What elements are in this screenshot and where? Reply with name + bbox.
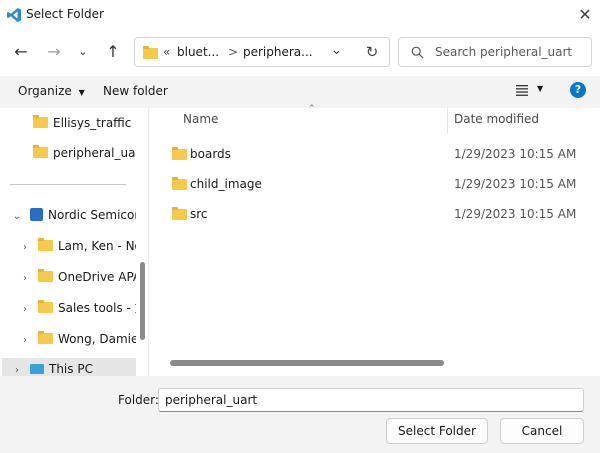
arrow-right-icon: → — [47, 42, 61, 61]
organize-button[interactable]: Organize ▼ — [18, 84, 85, 98]
chevron-right-icon: › — [23, 335, 27, 346]
file-date: 1/29/2023 10:15 AM — [454, 147, 577, 161]
address-separator: > — [228, 45, 239, 59]
folder-icon — [172, 177, 187, 190]
column-separator[interactable] — [447, 108, 448, 134]
help-button[interactable]: ? — [570, 82, 586, 98]
cancel-button[interactable]: Cancel — [500, 418, 584, 444]
folder-icon — [38, 300, 53, 313]
navigation-pane: Ellisys_traffic peripheral_uart ⌄ Nordic … — [0, 108, 148, 376]
select-folder-button[interactable]: Select Folder — [386, 418, 488, 444]
search-icon — [411, 46, 424, 59]
folder-icon — [33, 115, 48, 128]
nav-divider — [10, 184, 126, 185]
chevron-right-icon: › — [23, 242, 27, 253]
chevron-right-icon: › — [23, 273, 27, 284]
arrow-left-icon: ← — [14, 42, 28, 61]
organize-label: Organize — [18, 84, 72, 98]
folder-icon — [38, 269, 53, 282]
address-bar[interactable]: « bluet... > periphera... ⌄ — [134, 37, 390, 67]
file-name: boards — [190, 147, 231, 161]
caret-down-icon: ▼ — [78, 88, 85, 97]
column-header-name[interactable]: Name — [183, 112, 218, 126]
folder-icon — [172, 207, 187, 220]
back-button[interactable]: ← — [10, 41, 32, 63]
chevron-down-icon: ⌄ — [331, 43, 342, 58]
window-title: Select Folder — [26, 7, 104, 21]
building-icon — [30, 208, 43, 221]
file-date: 1/29/2023 10:15 AM — [454, 177, 577, 191]
folder-label: Folder: — [118, 393, 159, 407]
nav-scrollbar-thumb[interactable] — [140, 262, 145, 340]
search-box[interactable] — [398, 37, 592, 67]
address-dropdown-button[interactable]: ⌄ — [331, 43, 342, 58]
nav-item-peripheral-uart[interactable]: peripheral_uart — [33, 142, 145, 164]
column-header-date[interactable]: Date modified — [454, 112, 539, 126]
close-button[interactable]: ✕ — [574, 4, 596, 26]
folder-name-input[interactable] — [158, 388, 584, 412]
vscode-icon — [7, 8, 21, 22]
nav-item-ellisys-traffic[interactable]: Ellisys_traffic — [33, 112, 131, 134]
file-row[interactable]: boards 1/29/2023 10:15 AM — [164, 143, 584, 165]
chevron-right-icon: › — [15, 365, 19, 376]
folder-icon — [38, 331, 53, 344]
nav-item-onedrive-apac[interactable]: ›OneDrive APAC — [18, 266, 136, 288]
nav-item-sales-tools[interactable]: ›Sales tools - 文 — [18, 297, 136, 319]
arrow-up-icon: ↑ — [106, 42, 120, 61]
pane-divider — [148, 108, 149, 376]
forward-button[interactable]: → — [43, 41, 65, 63]
nav-item-wong-damien[interactable]: ›Wong, Damien — [18, 328, 136, 350]
help-icon: ? — [574, 83, 582, 96]
recent-locations-button[interactable]: ⌄ — [72, 41, 94, 63]
list-view-icon — [516, 85, 528, 96]
address-segment-2[interactable]: periphera... — [243, 45, 313, 59]
computer-icon — [30, 364, 44, 374]
close-icon: ✕ — [578, 5, 592, 24]
file-row[interactable]: src 1/29/2023 10:15 AM — [164, 203, 584, 225]
sort-ascending-icon: ⌃ — [308, 104, 316, 114]
nav-item-nordic[interactable]: ⌄ Nordic Semicon — [10, 204, 136, 226]
folder-icon — [143, 46, 158, 59]
chevron-down-icon: ⌄ — [78, 45, 88, 58]
search-input[interactable] — [435, 44, 585, 60]
view-options-button[interactable]: ▼ — [514, 82, 548, 100]
address-overflow[interactable]: « — [163, 45, 170, 59]
folder-icon — [33, 145, 48, 158]
command-bar — [0, 76, 600, 108]
file-name: src — [190, 207, 208, 221]
nav-item-lam-ken[interactable]: ›Lam, Ken - Nor — [18, 235, 136, 257]
caret-down-icon: ▼ — [537, 84, 544, 93]
address-segment-1[interactable]: bluet... — [177, 45, 219, 59]
nav-item-this-pc[interactable]: › This PC — [2, 358, 141, 376]
file-date: 1/29/2023 10:15 AM — [454, 207, 577, 221]
file-name: child_image — [190, 177, 262, 191]
folder-icon — [172, 147, 187, 160]
up-button[interactable]: ↑ — [102, 41, 124, 63]
chevron-down-icon: ⌄ — [12, 211, 22, 222]
chevron-right-icon: › — [23, 304, 27, 315]
refresh-icon: ↻ — [365, 43, 379, 61]
new-folder-button[interactable]: New folder — [103, 84, 168, 98]
folder-icon — [38, 238, 53, 251]
file-list-scrollbar-thumb[interactable] — [170, 360, 444, 366]
file-row[interactable]: child_image 1/29/2023 10:15 AM — [164, 173, 584, 195]
refresh-button[interactable]: ↻ — [362, 41, 382, 63]
